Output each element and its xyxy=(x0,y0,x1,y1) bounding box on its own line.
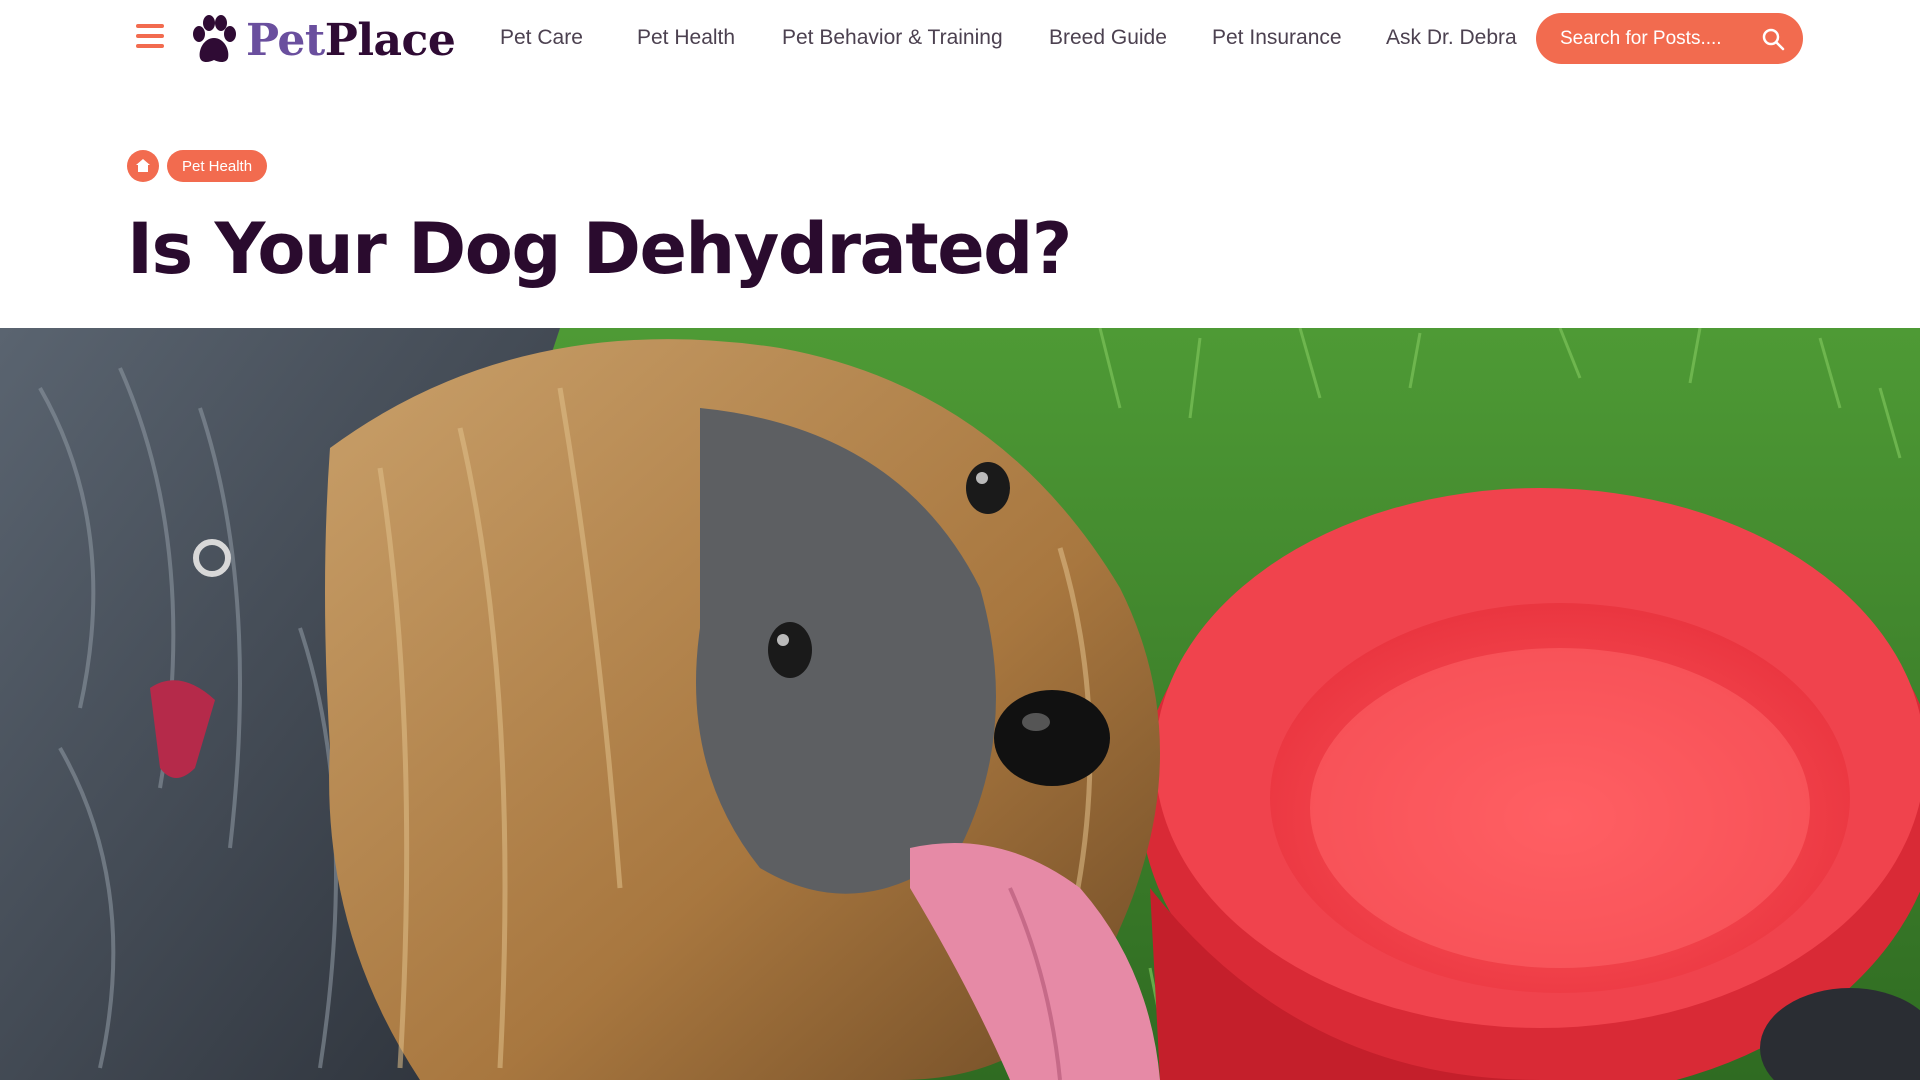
nav-item-pet-behavior-training[interactable]: Pet Behavior & Training xyxy=(782,26,1003,50)
home-button[interactable] xyxy=(127,150,159,182)
logo-text-place: Place xyxy=(324,14,456,66)
site-logo[interactable]: PetPlace xyxy=(190,12,456,68)
breadcrumb-category-pet-health[interactable]: Pet Health xyxy=(167,150,268,182)
logo-text-pet: Pet xyxy=(246,14,325,66)
nav-item-breed-guide[interactable]: Breed Guide xyxy=(1049,26,1167,50)
search-input[interactable] xyxy=(1560,27,1760,50)
paw-icon xyxy=(193,15,236,62)
logo-wordmark: PetPlace xyxy=(246,14,456,66)
nav-item-pet-care[interactable]: Pet Care xyxy=(500,26,583,50)
hero-image xyxy=(0,328,1920,1080)
hero-dog-illustration xyxy=(0,328,1920,1080)
home-icon xyxy=(136,159,150,172)
breadcrumb: Pet Health xyxy=(127,150,268,182)
article-title: Is Your Dog Dehydrated? xyxy=(127,208,1072,290)
nav-item-ask-dr-debra[interactable]: Ask Dr. Debra xyxy=(1386,26,1517,50)
search-box xyxy=(1536,13,1803,64)
nav-item-pet-insurance[interactable]: Pet Insurance xyxy=(1212,26,1342,50)
nav-item-pet-health[interactable]: Pet Health xyxy=(637,26,735,50)
search-icon[interactable] xyxy=(1761,27,1785,51)
site-header: PetPlace Pet Care Pet Health Pet Behavio… xyxy=(0,0,1920,78)
hamburger-menu-icon[interactable] xyxy=(136,24,166,52)
